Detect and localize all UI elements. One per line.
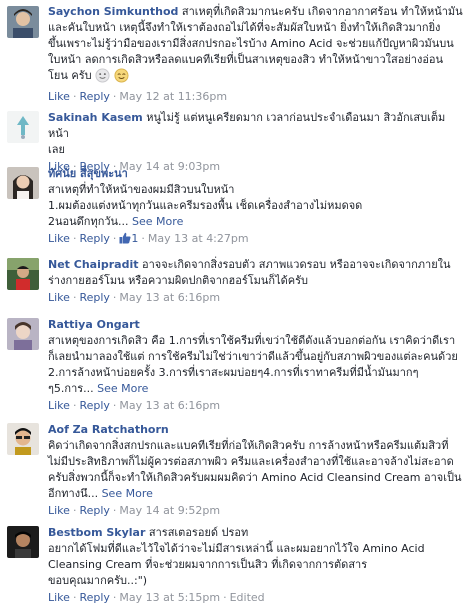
comment-text-line: ขอบคุณมากครับ..:") (48, 574, 148, 587)
avatar[interactable] (7, 167, 39, 199)
comment-text-line: เลย (48, 143, 65, 156)
comment-timestamp[interactable]: May 12 at 11:36pm (119, 90, 227, 103)
comment-text-line: ก็เลยนำมาลองใช้แต่ การใช้ครีมไม่ใช่ว่าเข… (48, 350, 458, 363)
comment-text-line: อีกทางนึ... (48, 487, 99, 500)
like-link[interactable]: Like (48, 504, 70, 517)
comment-text-line: ร่างกายฮอร์โมน หรือความผิดปกติจากฮอร์โมน… (48, 274, 309, 287)
avatar[interactable] (7, 423, 39, 455)
commenter-name[interactable]: Aof Za Ratchathorn (48, 422, 464, 438)
like-link[interactable]: Like (48, 591, 70, 604)
thumbs-up-icon (119, 232, 131, 249)
comment-timestamp[interactable]: May 13 at 5:15pm (119, 591, 220, 604)
like-link[interactable]: Like (48, 90, 70, 103)
reply-link[interactable]: Reply (79, 291, 109, 304)
comment-timestamp[interactable]: May 14 at 9:52pm (119, 504, 220, 517)
smiley-emoji-icon (95, 68, 110, 88)
comment-text-line: ไม่มีประสิทธิภาพก็ไม่ผู้ควรต่อสภาพผิว คร… (48, 455, 454, 468)
comment-text-line: และคันใบหน้า เหตุนี้จึงทำให้เราต้องถอไม่… (48, 21, 441, 34)
reply-link[interactable]: Reply (79, 591, 109, 604)
comment-timestamp[interactable]: May 13 at 4:27pm (148, 232, 249, 245)
like-link[interactable]: Like (48, 291, 70, 304)
see-more-link[interactable]: See More (97, 382, 148, 395)
see-more-link[interactable]: See More (102, 487, 153, 500)
commenter-name[interactable]: Saychon Simkunthod (48, 5, 178, 18)
avatar[interactable] (7, 318, 39, 350)
comment-text-line: อยากได้โฟมที่ดีและไว้ใจได้ว่าจะไม่มีสารเ… (48, 542, 425, 555)
comment-text-line: 2.การล้างหน้าบ่อยครั้ง 3.การที่เราสะผมบ่… (48, 366, 419, 379)
comment-text-line: 2นอนดึกทุกวัน... (48, 215, 129, 228)
comment-text-line: สาเหตุที่ทำให้หน้าของผมมีสิวบนใบหน้า (48, 183, 235, 196)
comment-text-line: โยน ครับ (48, 69, 92, 82)
comment-timestamp[interactable]: May 13 at 6:16pm (119, 291, 220, 304)
avatar[interactable] (7, 6, 39, 38)
comment-timestamp[interactable]: May 13 at 6:16pm (119, 399, 220, 412)
avatar[interactable] (7, 111, 39, 143)
reply-link[interactable]: Reply (79, 90, 109, 103)
reply-link[interactable]: Reply (79, 232, 109, 245)
avatar[interactable] (7, 258, 39, 290)
commenter-name[interactable]: Sakinah Kasem (48, 111, 143, 124)
comment-text-line: Cleansing Cream ที่จะช่วยผมจากการเป็นสิว… (48, 558, 368, 571)
commenter-name[interactable]: Net Chaipradit (48, 258, 138, 271)
see-more-link[interactable]: See More (132, 215, 183, 228)
comment-text-line: ๆ5.การ... (48, 382, 94, 395)
smiley-emoji-icon (114, 68, 129, 88)
comment-text-line: สาเหตุของการเกิดสิว คือ 1.การที่เราใช้คร… (48, 334, 456, 347)
edited-link[interactable]: Edited (230, 591, 265, 604)
comment-text-line: สาเหตุที่เกิดสิวมากนะครับ เกิดจากอากาศร้… (181, 5, 463, 18)
comment-text-line: ใบหน้า ลดการเกิดสิวหรือลดแบคทีเรียที่เป็… (48, 53, 444, 66)
avatar[interactable] (7, 526, 39, 558)
like-link[interactable]: Like (48, 232, 70, 245)
commenter-name[interactable]: Rattiya Ongart (48, 317, 464, 333)
like-link[interactable]: Like (48, 399, 70, 412)
comment-text-line: คิดว่าเกิดจากสิ่งสกปรกและแบคทีเรียที่ก่อ… (48, 439, 449, 452)
reply-link[interactable]: Reply (79, 504, 109, 517)
comment-text-line: สารสเตอรอยด์ ปรอท (148, 526, 249, 539)
comment-text-line: ครับสิ่งพวกนี้ก็จะทำให้เกิดสิวครับผมผมคิ… (48, 471, 462, 484)
commenter-name[interactable]: ทัศนัย สี่สุขพะนา (48, 166, 464, 182)
comment-text-line: 1.ผมต้องแต่งหน้าทุกวันและครีมรองพื้น เช็… (48, 199, 363, 212)
reply-link[interactable]: Reply (79, 399, 109, 412)
commenter-name[interactable]: Bestbom Skylar (48, 526, 145, 539)
comment-text-line: ขึ้นเพราะไม่รู้ว่ามือของเรามีสิ่งสกปรกอะ… (48, 37, 454, 50)
comment-text-line: อาจจะเกิดจากสิ่งรอบตัว สภาพแวดรอบ หรืออา… (141, 258, 451, 271)
